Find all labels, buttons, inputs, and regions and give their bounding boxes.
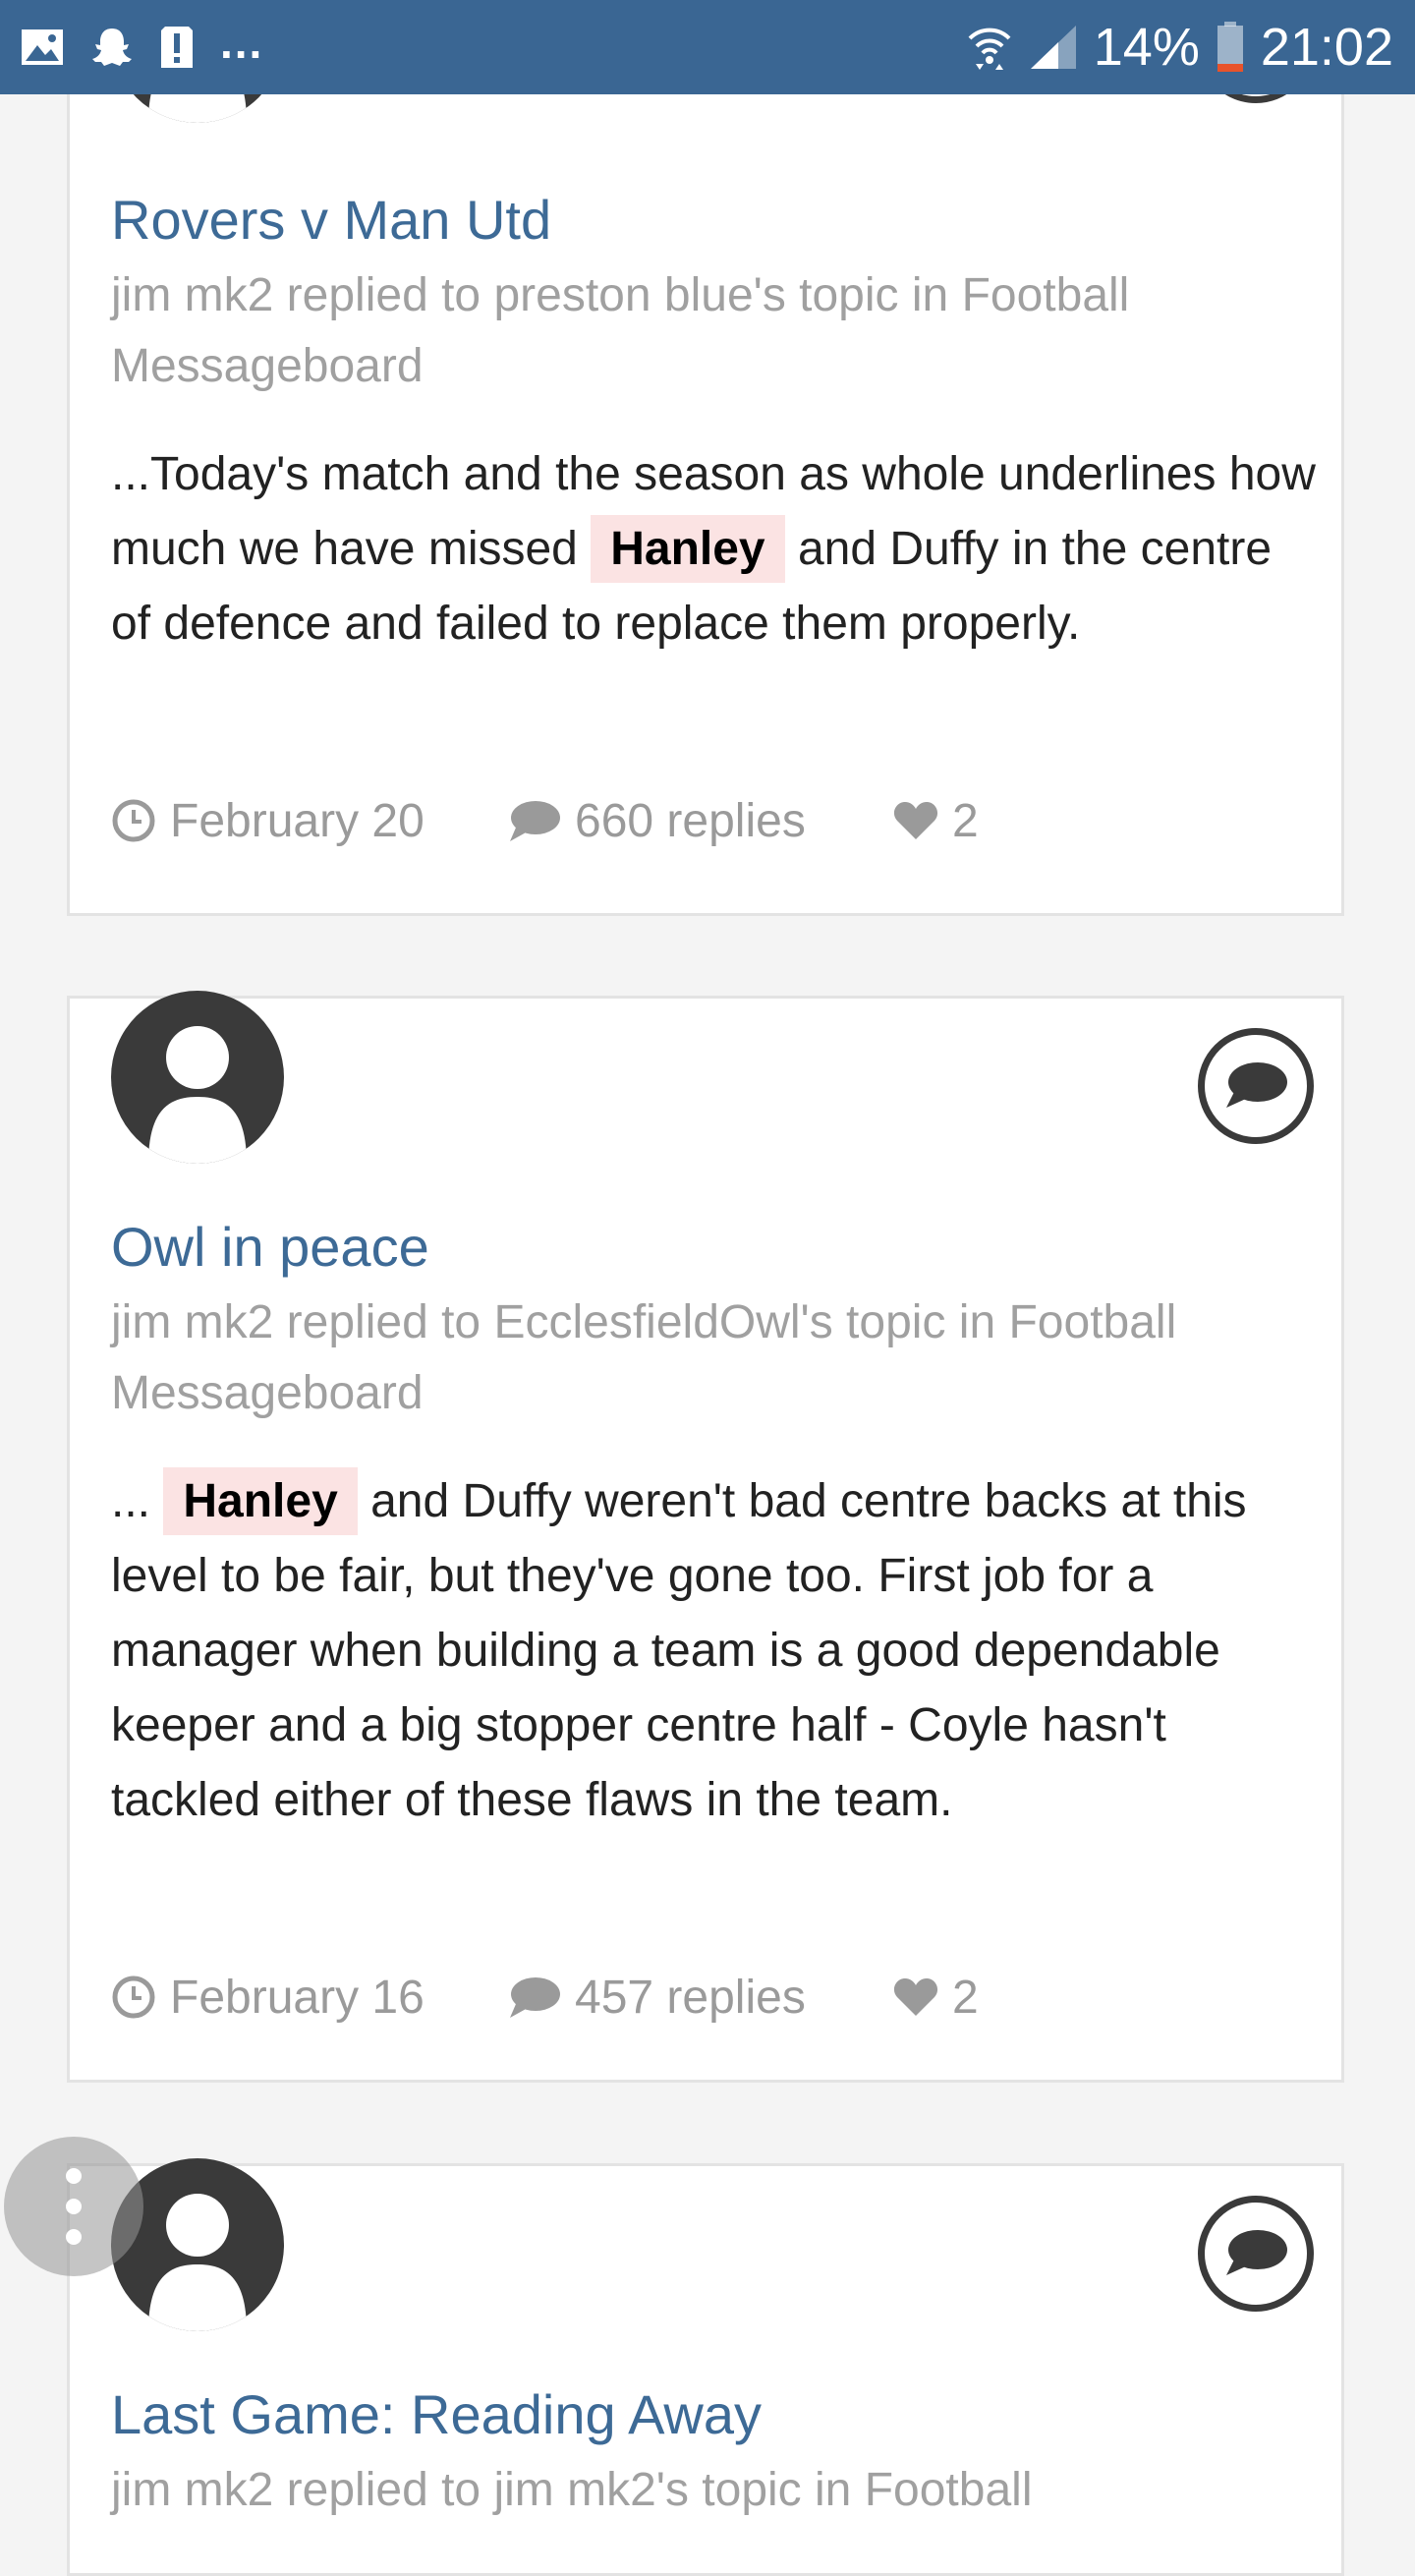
speech-bubble-icon bbox=[1226, 1062, 1287, 1108]
heart-icon bbox=[893, 802, 938, 839]
post-title-link[interactable]: Rovers v Man Utd bbox=[111, 188, 551, 252]
date-text: February 16 bbox=[170, 1971, 424, 2024]
notification-icons: ... bbox=[20, 0, 263, 94]
system-indicators: 14% 21:02 bbox=[966, 0, 1393, 94]
like-count[interactable]: 2 bbox=[893, 1971, 979, 2025]
post-date: February 16 bbox=[111, 1971, 508, 2025]
likes-text: 2 bbox=[952, 1971, 979, 2024]
result-card: Last Game: Reading Away jim mk2 replied … bbox=[67, 2158, 1344, 2576]
result-card: Owl in peace jim mk2 replied to Ecclesfi… bbox=[67, 991, 1344, 2083]
reply-icon[interactable] bbox=[1198, 1028, 1314, 1144]
reply-count[interactable]: 660 replies bbox=[508, 794, 893, 848]
signal-icon bbox=[1030, 26, 1076, 69]
post-stats: February 16 457 replies 2 bbox=[111, 1968, 979, 2027]
post-snippet: ...Today's match and the season as whole… bbox=[111, 437, 1320, 661]
post-date: February 20 bbox=[111, 794, 508, 848]
battery-percent: 14% bbox=[1093, 18, 1200, 77]
floating-menu-button[interactable] bbox=[4, 2137, 143, 2276]
user-silhouette-icon bbox=[148, 1026, 247, 1164]
comment-icon bbox=[510, 801, 560, 841]
replies-text: 660 replies bbox=[575, 794, 806, 847]
avatar[interactable] bbox=[111, 991, 284, 1164]
search-highlight: Hanley bbox=[591, 515, 785, 583]
post-meta: jim mk2 replied to preston blue's topic … bbox=[111, 269, 1130, 392]
result-card: Rovers v Man Utd jim mk2 replied to pres… bbox=[67, 0, 1344, 916]
reply-count[interactable]: 457 replies bbox=[508, 1971, 893, 2025]
speech-bubble-icon bbox=[1226, 2230, 1287, 2275]
replies-text: 457 replies bbox=[575, 1971, 806, 2024]
like-count[interactable]: 2 bbox=[893, 794, 979, 848]
alert-icon bbox=[161, 27, 193, 68]
post-title-link[interactable]: Owl in peace bbox=[111, 1215, 429, 1279]
wifi-icon bbox=[968, 28, 1011, 70]
reply-icon[interactable] bbox=[1198, 2196, 1314, 2312]
date-text: February 20 bbox=[170, 794, 424, 847]
snippet-text: ... bbox=[111, 1475, 151, 1527]
post-snippet: ... Hanley and Duffy weren't bad centre … bbox=[111, 1464, 1320, 1838]
snapchat-icon bbox=[92, 29, 132, 66]
search-highlight: Hanley bbox=[163, 1467, 358, 1535]
post-meta: jim mk2 replied to EcclesfieldOwl's topi… bbox=[111, 1296, 1177, 1419]
more-notifications: ... bbox=[220, 17, 264, 68]
post-stats: February 20 660 replies 2 bbox=[111, 791, 979, 850]
post-meta: jim mk2 replied to jim mk2's topic in Fo… bbox=[111, 2464, 1033, 2516]
search-results-feed: Rovers v Man Utd jim mk2 replied to pres… bbox=[0, 0, 1415, 2576]
image-icon bbox=[22, 29, 63, 65]
clock-icon bbox=[112, 799, 155, 842]
heart-icon bbox=[893, 1978, 938, 2016]
comment-icon bbox=[510, 1977, 560, 2018]
likes-text: 2 bbox=[952, 794, 979, 847]
clock-time: 21:02 bbox=[1260, 18, 1393, 77]
post-title-link[interactable]: Last Game: Reading Away bbox=[111, 2382, 762, 2446]
status-bar: ... 14% 21:02 bbox=[0, 0, 1415, 94]
battery-icon bbox=[1217, 22, 1243, 72]
clock-icon bbox=[112, 1975, 155, 2019]
vertical-dots-icon bbox=[66, 2168, 82, 2245]
